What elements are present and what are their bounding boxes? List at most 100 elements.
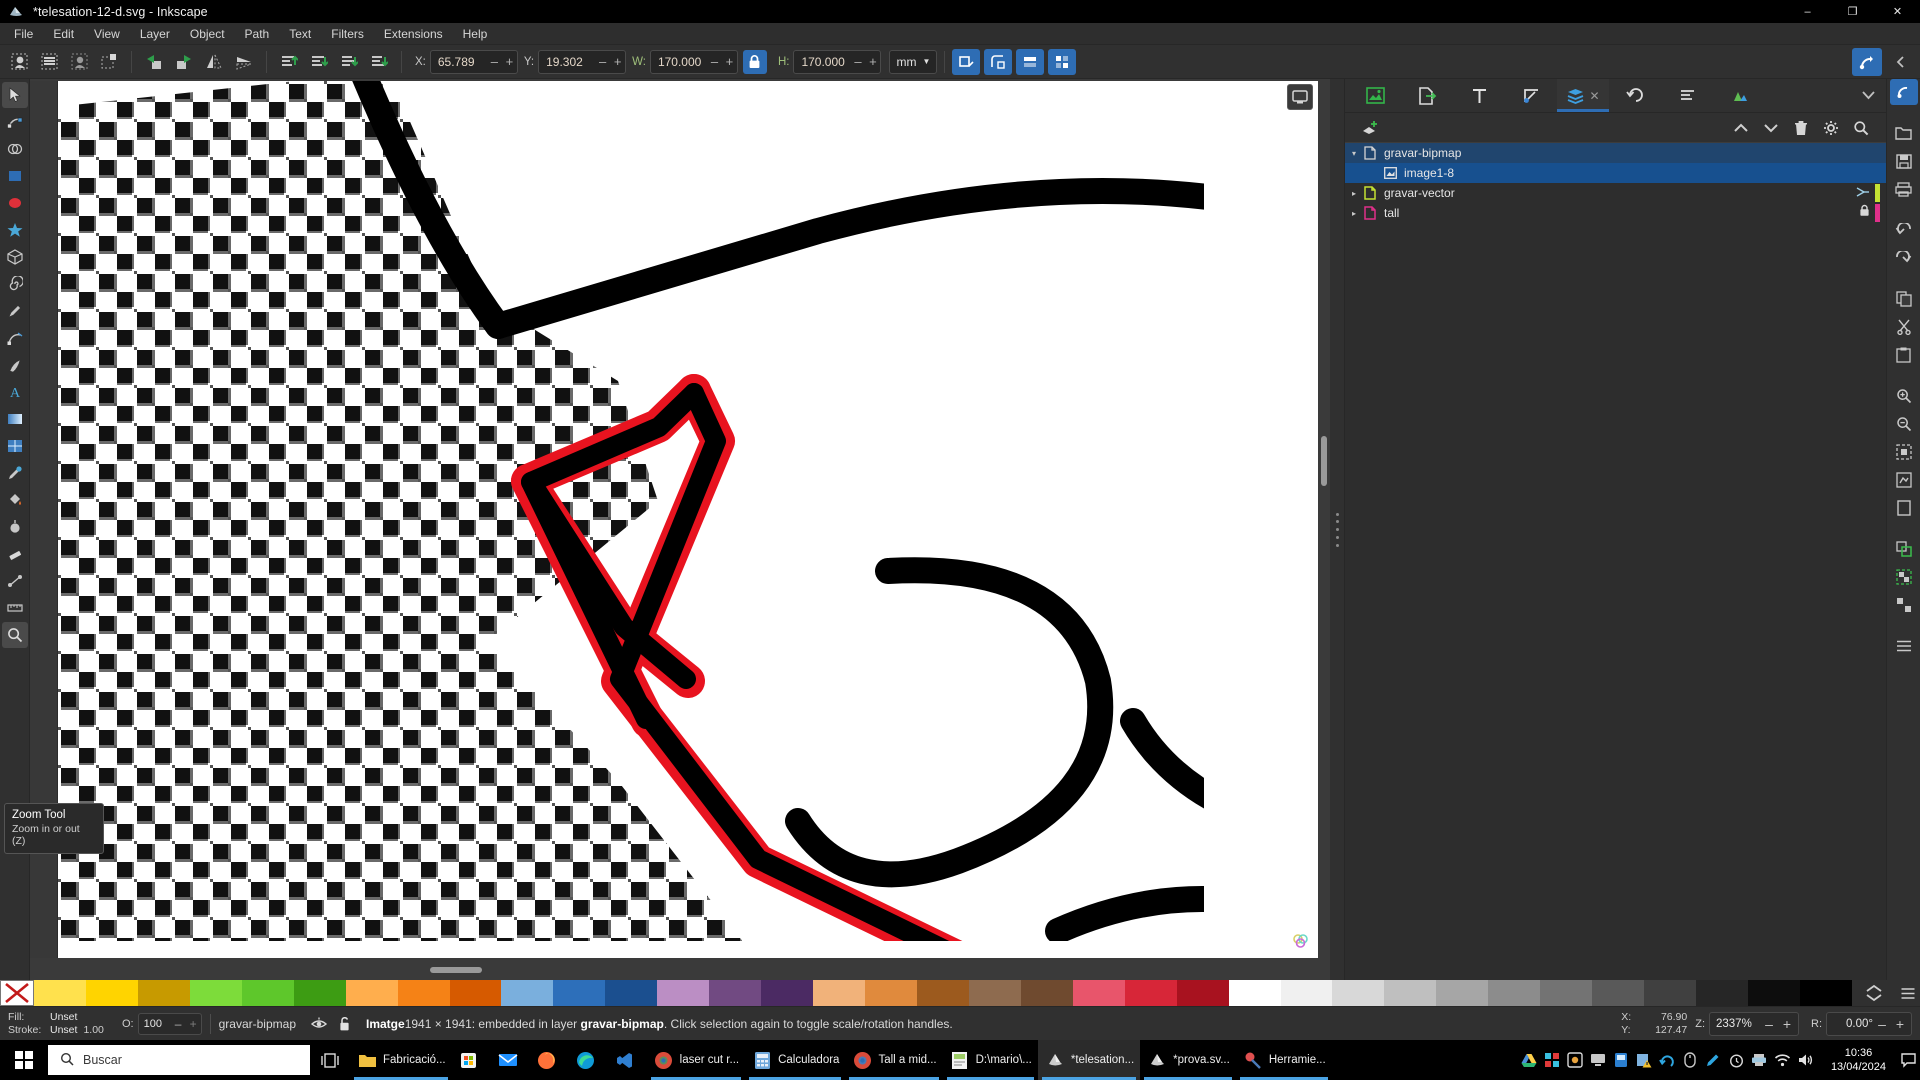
gradient-tool[interactable]	[2, 406, 28, 432]
taskbar-app-tall-a-mida[interactable]: Tall a mid...	[845, 1040, 942, 1080]
menu-path[interactable]: Path	[235, 24, 280, 44]
tab-layers[interactable]	[1713, 79, 1765, 112]
menu-edit[interactable]: Edit	[43, 24, 84, 44]
expander-icon[interactable]: ▾	[1347, 149, 1361, 158]
opacity-decrement[interactable]: –	[171, 1017, 186, 1031]
print-icon[interactable]	[1890, 176, 1918, 202]
maximize-button[interactable]: ❐	[1830, 0, 1875, 23]
taskbar-app-edge[interactable]	[569, 1040, 608, 1080]
taskbar-app-laser-cut[interactable]: laser cut r...	[647, 1040, 745, 1080]
taskbar-app-explorer[interactable]: D:\mario\...	[943, 1040, 1038, 1080]
palette-scroll-buttons[interactable]	[1852, 980, 1896, 1006]
trash-icon[interactable]	[1786, 116, 1816, 140]
tab-text-and-font[interactable]	[1453, 79, 1505, 112]
ungroup-icon[interactable]	[1890, 592, 1918, 618]
close-icon[interactable]: ✕	[1589, 89, 1599, 103]
save-icon[interactable]	[1890, 148, 1918, 174]
tray-printer-icon[interactable]	[1748, 1048, 1771, 1072]
rotation-decrement[interactable]: –	[1873, 1016, 1891, 1032]
chevron-down-icon[interactable]	[1850, 79, 1886, 112]
hamburger-icon[interactable]	[1890, 633, 1918, 659]
w-increment[interactable]: +	[722, 51, 737, 73]
drawing-canvas[interactable]	[58, 81, 1318, 958]
select-all-icon[interactable]	[4, 48, 34, 76]
color-palette[interactable]	[0, 980, 1920, 1006]
eraser-tool[interactable]	[2, 541, 28, 567]
palette-swatch[interactable]	[968, 980, 1021, 1006]
palette-swatch[interactable]	[1644, 980, 1696, 1006]
tray-clock-icon[interactable]	[1725, 1048, 1748, 1072]
tray-display-icon[interactable]	[1587, 1048, 1610, 1072]
open-icon[interactable]	[1890, 120, 1918, 146]
w-input[interactable]	[650, 54, 707, 69]
rubberband-icon[interactable]	[94, 48, 124, 76]
palette-swatch[interactable]	[709, 980, 762, 1006]
menu-file[interactable]: File	[4, 24, 43, 44]
tray-blue-app-icon[interactable]	[1610, 1048, 1633, 1072]
vertical-scroll-thumb[interactable]	[1321, 436, 1327, 486]
zoom-in-icon[interactable]	[1890, 383, 1918, 409]
expander-icon[interactable]: ▸	[1347, 209, 1361, 218]
palette-swatch[interactable]	[1436, 980, 1489, 1006]
opacity-control[interactable]: O: – +	[122, 1012, 202, 1035]
object-row-tall[interactable]: ▸ tall	[1345, 203, 1886, 223]
palette-swatch[interactable]	[189, 980, 242, 1006]
h-increment[interactable]: +	[865, 51, 880, 73]
tray-safe-icon[interactable]	[1564, 1048, 1587, 1072]
task-view-icon[interactable]	[310, 1052, 350, 1069]
undo-icon[interactable]	[1890, 217, 1918, 243]
affect-gradients-icon[interactable]	[1016, 48, 1045, 75]
palette-swatch[interactable]	[1176, 980, 1229, 1006]
tray-sync-icon[interactable]	[1656, 1048, 1679, 1072]
tray-wifi-icon[interactable]	[1771, 1048, 1794, 1072]
text-tool[interactable]: A	[2, 379, 28, 405]
bezier-tool[interactable]	[2, 325, 28, 351]
cut-icon[interactable]	[1890, 314, 1918, 340]
rotate-cw-icon[interactable]	[169, 48, 199, 76]
search-icon[interactable]	[1846, 116, 1876, 140]
menu-layer[interactable]: Layer	[130, 24, 180, 44]
y-increment[interactable]: +	[610, 51, 625, 73]
deselect-icon[interactable]	[64, 48, 94, 76]
group-icon[interactable]	[1890, 564, 1918, 590]
tab-fill-and-stroke[interactable]	[1505, 79, 1557, 112]
zoom-tool[interactable]	[1, 622, 28, 648]
windows-start-icon[interactable]	[0, 1040, 48, 1080]
menu-view[interactable]: View	[84, 24, 130, 44]
no-color-swatch[interactable]	[0, 980, 34, 1006]
node-tool[interactable]	[2, 109, 28, 135]
stroke-value[interactable]: Unset	[50, 1024, 77, 1037]
menu-text[interactable]: Text	[279, 24, 321, 44]
zoom-page-icon[interactable]	[1890, 495, 1918, 521]
taskbar-app-telesation[interactable]: *telesation...	[1037, 1040, 1141, 1080]
current-layer-name[interactable]: gravar-bipmap	[219, 1017, 296, 1031]
tray-warning-icon[interactable]	[1633, 1048, 1656, 1072]
palette-swatch[interactable]	[293, 980, 346, 1006]
menu-filters[interactable]: Filters	[321, 24, 374, 44]
rotation-control[interactable]: R: – +	[1811, 1011, 1912, 1036]
spiral-tool[interactable]	[2, 271, 28, 297]
affect-corners-icon[interactable]	[984, 48, 1013, 75]
h-input[interactable]	[794, 54, 851, 69]
palette-swatch[interactable]	[345, 980, 398, 1006]
palette-swatch[interactable]	[1540, 980, 1593, 1006]
h-decrement[interactable]: –	[850, 51, 865, 73]
move-up-icon[interactable]	[1726, 116, 1756, 140]
units-select[interactable]: mm ▼	[889, 49, 938, 74]
palette-swatch[interactable]	[501, 980, 554, 1006]
palette-swatch[interactable]	[1020, 980, 1073, 1006]
chevron-left-icon[interactable]	[1886, 48, 1916, 76]
canvas-display-mode-button[interactable]	[1287, 84, 1313, 110]
y-spinbox[interactable]: – +	[538, 49, 627, 74]
3dbox-tool[interactable]	[2, 244, 28, 270]
x-increment[interactable]: +	[502, 51, 517, 73]
mesh-tool[interactable]	[2, 433, 28, 459]
x-decrement[interactable]: –	[487, 51, 502, 73]
object-row-image1-8[interactable]: image1-8	[1345, 163, 1886, 183]
unlock-icon[interactable]	[332, 1016, 358, 1032]
redo-icon[interactable]	[1890, 245, 1918, 271]
zoom-selection-icon[interactable]	[1890, 439, 1918, 465]
objects-list[interactable]: ▾ gravar-bipmap image1-8 ▸ gravar-vector…	[1345, 143, 1886, 980]
palette-swatch[interactable]	[241, 980, 294, 1006]
copy-icon[interactable]	[1890, 286, 1918, 312]
